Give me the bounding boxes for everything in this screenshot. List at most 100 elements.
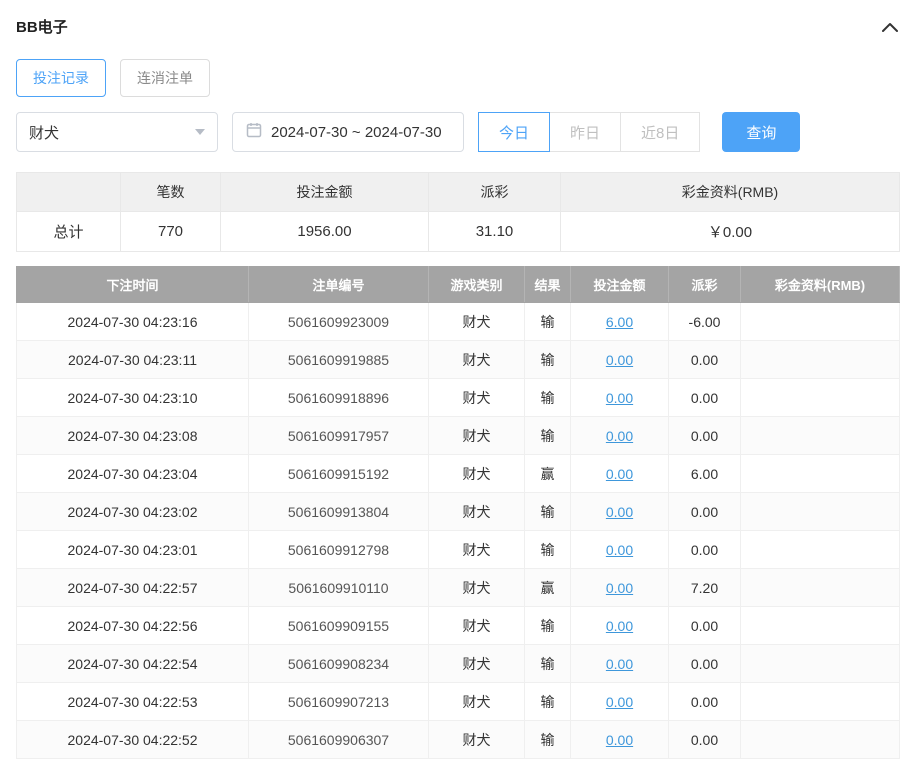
payout-cell: 7.20 bbox=[669, 569, 741, 607]
order-number-cell: 5061609913804 bbox=[249, 493, 429, 531]
payout-cell: 0.00 bbox=[669, 379, 741, 417]
payout-cell: 6.00 bbox=[669, 455, 741, 493]
quick-btn-last-8-days[interactable]: 近8日 bbox=[620, 112, 700, 152]
result-cell: 赢 bbox=[525, 455, 571, 493]
col-header-order-number: 注单编号 bbox=[249, 267, 429, 303]
order-number-cell: 5061609909155 bbox=[249, 607, 429, 645]
bet-time-cell: 2024-07-30 04:23:02 bbox=[17, 493, 249, 531]
payout-cell: 0.00 bbox=[669, 341, 741, 379]
table-row: 2024-07-30 04:23:08 5061609917957 财犬 输 0… bbox=[17, 417, 900, 455]
jackpot-cell bbox=[741, 569, 900, 607]
bet-amount-link[interactable]: 6.00 bbox=[606, 314, 633, 330]
jackpot-cell bbox=[741, 455, 900, 493]
jackpot-cell bbox=[741, 607, 900, 645]
game-select-value: 财犬 bbox=[29, 122, 59, 143]
bet-amount-link[interactable]: 0.00 bbox=[606, 352, 633, 368]
jackpot-cell bbox=[741, 379, 900, 417]
search-button[interactable]: 查询 bbox=[722, 112, 800, 152]
bet-amount-cell: 0.00 bbox=[571, 455, 669, 493]
col-header-jackpot: 彩金资料(RMB) bbox=[741, 267, 900, 303]
result-cell: 输 bbox=[525, 341, 571, 379]
col-header-payout: 派彩 bbox=[669, 267, 741, 303]
bet-amount-link[interactable]: 0.00 bbox=[606, 466, 633, 482]
summary-total-payout: 31.10 bbox=[429, 212, 561, 252]
order-number-cell: 5061609917957 bbox=[249, 417, 429, 455]
game-type-cell: 财犬 bbox=[429, 455, 525, 493]
order-number-cell: 5061609908234 bbox=[249, 645, 429, 683]
result-cell: 输 bbox=[525, 607, 571, 645]
panel-header: BB电子 bbox=[16, 12, 900, 39]
bet-amount-link[interactable]: 0.00 bbox=[606, 732, 633, 748]
bet-time-cell: 2024-07-30 04:22:53 bbox=[17, 683, 249, 721]
tab-cancelled-orders[interactable]: 连消注单 bbox=[120, 59, 210, 97]
table-row: 2024-07-30 04:23:02 5061609913804 财犬 输 0… bbox=[17, 493, 900, 531]
game-type-cell: 财犬 bbox=[429, 303, 525, 341]
tab-bet-records[interactable]: 投注记录 bbox=[16, 59, 106, 97]
quick-date-group: 今日 昨日 近8日 bbox=[478, 112, 700, 152]
bet-amount-cell: 0.00 bbox=[571, 645, 669, 683]
collapse-button[interactable] bbox=[880, 20, 900, 34]
game-type-cell: 财犬 bbox=[429, 721, 525, 759]
order-number-cell: 5061609918896 bbox=[249, 379, 429, 417]
bet-amount-cell: 0.00 bbox=[571, 493, 669, 531]
bet-amount-link[interactable]: 0.00 bbox=[606, 580, 633, 596]
result-cell: 输 bbox=[525, 493, 571, 531]
chevron-up-icon bbox=[882, 20, 898, 35]
bet-time-cell: 2024-07-30 04:22:54 bbox=[17, 645, 249, 683]
bet-amount-link[interactable]: 0.00 bbox=[606, 694, 633, 710]
result-cell: 输 bbox=[525, 531, 571, 569]
col-header-bet-time: 下注时间 bbox=[17, 267, 249, 303]
result-cell: 赢 bbox=[525, 569, 571, 607]
game-select[interactable]: 财犬 bbox=[16, 112, 218, 152]
table-row: 2024-07-30 04:23:04 5061609915192 财犬 赢 0… bbox=[17, 455, 900, 493]
date-range-value: 2024-07-30 ~ 2024-07-30 bbox=[271, 124, 442, 141]
payout-cell: 0.00 bbox=[669, 645, 741, 683]
summary-header-payout: 派彩 bbox=[429, 173, 561, 212]
quick-btn-yesterday[interactable]: 昨日 bbox=[549, 112, 621, 152]
game-type-cell: 财犬 bbox=[429, 417, 525, 455]
summary-total-count: 770 bbox=[121, 212, 221, 252]
quick-btn-today[interactable]: 今日 bbox=[478, 112, 550, 152]
jackpot-cell bbox=[741, 493, 900, 531]
bet-time-cell: 2024-07-30 04:22:57 bbox=[17, 569, 249, 607]
bet-amount-link[interactable]: 0.00 bbox=[606, 428, 633, 444]
bet-amount-cell: 0.00 bbox=[571, 721, 669, 759]
table-row: 2024-07-30 04:23:11 5061609919885 财犬 输 0… bbox=[17, 341, 900, 379]
bet-time-cell: 2024-07-30 04:23:08 bbox=[17, 417, 249, 455]
payout-cell: 0.00 bbox=[669, 493, 741, 531]
bet-amount-link[interactable]: 0.00 bbox=[606, 618, 633, 634]
summary-header-bet-amount: 投注金额 bbox=[221, 173, 429, 212]
bet-amount-link[interactable]: 0.00 bbox=[606, 542, 633, 558]
bet-amount-link[interactable]: 0.00 bbox=[606, 390, 633, 406]
col-header-result: 结果 bbox=[525, 267, 571, 303]
date-range-picker[interactable]: 2024-07-30 ~ 2024-07-30 bbox=[232, 112, 464, 152]
table-row: 2024-07-30 04:22:54 5061609908234 财犬 输 0… bbox=[17, 645, 900, 683]
game-type-cell: 财犬 bbox=[429, 493, 525, 531]
table-row: 2024-07-30 04:22:52 5061609906307 财犬 输 0… bbox=[17, 721, 900, 759]
summary-header-empty bbox=[17, 173, 121, 212]
bet-time-cell: 2024-07-30 04:23:10 bbox=[17, 379, 249, 417]
jackpot-cell bbox=[741, 531, 900, 569]
bet-amount-link[interactable]: 0.00 bbox=[606, 504, 633, 520]
result-cell: 输 bbox=[525, 721, 571, 759]
bet-records-panel: BB电子 投注记录 连消注单 财犬 2024-07-30 ~ 2024-07-3… bbox=[0, 0, 916, 759]
col-header-game-type: 游戏类别 bbox=[429, 267, 525, 303]
bet-amount-cell: 0.00 bbox=[571, 683, 669, 721]
jackpot-cell bbox=[741, 683, 900, 721]
table-row: 2024-07-30 04:23:10 5061609918896 财犬 输 0… bbox=[17, 379, 900, 417]
order-number-cell: 5061609923009 bbox=[249, 303, 429, 341]
order-number-cell: 5061609912798 bbox=[249, 531, 429, 569]
payout-cell: 0.00 bbox=[669, 531, 741, 569]
table-row: 2024-07-30 04:22:57 5061609910110 财犬 赢 0… bbox=[17, 569, 900, 607]
summary-header-jackpot: 彩金资料(RMB) bbox=[561, 173, 900, 212]
panel-title: BB电子 bbox=[16, 16, 68, 37]
bet-amount-link[interactable]: 0.00 bbox=[606, 656, 633, 672]
order-number-cell: 5061609910110 bbox=[249, 569, 429, 607]
tab-bar: 投注记录 连消注单 bbox=[16, 59, 900, 97]
payout-cell: 0.00 bbox=[669, 683, 741, 721]
bet-table: 下注时间 注单编号 游戏类别 结果 投注金额 派彩 彩金资料(RMB) 2024… bbox=[16, 266, 900, 759]
bet-table-header-row: 下注时间 注单编号 游戏类别 结果 投注金额 派彩 彩金资料(RMB) bbox=[17, 267, 900, 303]
game-type-cell: 财犬 bbox=[429, 569, 525, 607]
summary-total-jackpot: ￥0.00 bbox=[561, 212, 900, 252]
bet-amount-cell: 0.00 bbox=[571, 379, 669, 417]
